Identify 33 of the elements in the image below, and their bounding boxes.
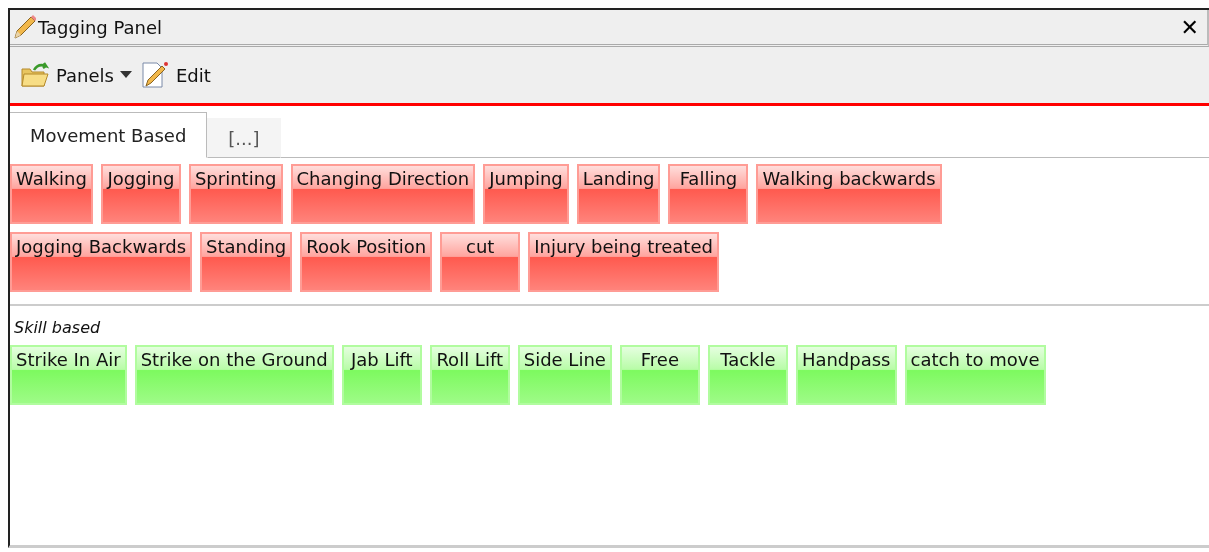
tag-button[interactable]: Injury being treated xyxy=(528,232,719,292)
tag-button[interactable]: Landing xyxy=(576,164,661,224)
tag-button[interactable]: catch to move xyxy=(904,345,1046,405)
window-title: Tagging Panel xyxy=(38,16,162,38)
close-button[interactable]: ✕ xyxy=(1172,14,1207,40)
edit-icon xyxy=(139,60,170,90)
tag-button[interactable]: Jumping xyxy=(483,164,569,224)
tag-button[interactable]: Jogging Backwards xyxy=(10,232,193,292)
tag-button[interactable]: Free xyxy=(619,345,700,405)
caret-icon xyxy=(119,71,132,79)
tag-button[interactable]: Standing xyxy=(200,232,293,292)
tag-button[interactable]: Jogging xyxy=(100,164,181,224)
pencil-icon xyxy=(12,14,36,40)
tag-button[interactable]: Walking backwards xyxy=(756,164,942,224)
tag-button[interactable]: Falling xyxy=(668,164,749,224)
panels-dropdown[interactable]: Panels xyxy=(18,59,134,91)
tag-button[interactable]: Roll Lift xyxy=(429,345,510,405)
tag-button[interactable]: Strike In Air xyxy=(10,345,127,405)
edit-button[interactable]: Edit xyxy=(137,58,213,92)
tag-button[interactable]: cut xyxy=(440,232,521,292)
tab[interactable]: [...] xyxy=(207,118,281,158)
tag-button[interactable]: Side Line xyxy=(517,345,612,405)
tag-button[interactable]: Tackle xyxy=(707,345,788,405)
tag-button[interactable]: Rook Position xyxy=(300,232,433,292)
tag-button[interactable]: Jab Lift xyxy=(341,345,422,405)
tag-button[interactable]: Handpass xyxy=(795,345,897,405)
section-heading: Skill based xyxy=(13,318,102,339)
tag-button[interactable]: Strike on the Ground xyxy=(134,345,334,405)
tag-button[interactable]: Walking xyxy=(10,164,93,224)
folder-icon xyxy=(20,61,50,89)
tab[interactable]: Movement Based xyxy=(10,112,208,158)
tag-button[interactable]: Sprinting xyxy=(188,164,283,224)
tag-button[interactable]: Changing Direction xyxy=(290,164,476,224)
